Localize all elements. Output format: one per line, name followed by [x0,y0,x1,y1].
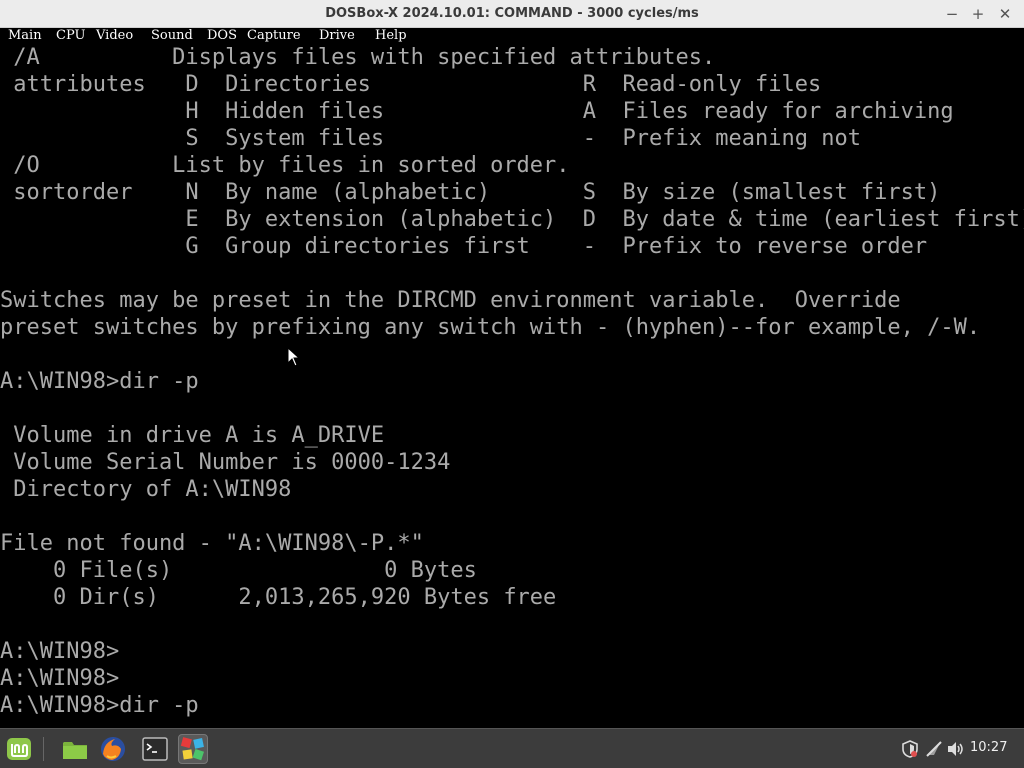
screen-line: preset switches by prefixing any switch … [0,315,981,340]
close-button[interactable]: ✕ [995,4,1015,24]
screen-line: Volume Serial Number is 0000-1234 [0,450,451,475]
screen-line: A:\WIN98> [0,639,120,664]
screen-line: Switches may be preset in the DIRCMD env… [0,288,901,313]
screen-line: S System files - Prefix meaning not [0,126,861,151]
menu-drive[interactable]: Drive [319,28,355,43]
files-folder-icon[interactable] [60,734,90,764]
screen-line: /O List by files in sorted order. [0,153,570,178]
dos-screen[interactable]: /A Displays files with specified attribu… [0,44,1024,728]
screen-line: H Hidden files A Files ready for archivi… [0,99,954,124]
taskbar: 10:27 [0,728,1024,768]
menu-sound[interactable]: Sound [151,28,193,43]
screen-line: A:\WIN98>dir -p [0,369,199,394]
taskbar-separator [43,737,44,761]
menu-cpu[interactable]: CPU [56,28,85,43]
screen-line: /A Displays files with specified attribu… [0,45,716,70]
shield-icon[interactable] [900,739,920,759]
menu-capture[interactable]: Capture [247,28,301,43]
volume-icon[interactable] [946,739,966,759]
menu-main[interactable]: Main [8,28,42,43]
screen-line: 0 Dir(s) 2,013,265,920 Bytes free [0,585,557,610]
maximize-button[interactable]: + [968,4,988,24]
firefox-icon[interactable] [98,734,128,764]
screen-line: G Group directories first - Prefix to re… [0,234,928,259]
terminal-icon[interactable] [140,734,170,764]
screen-line: sortorder N By name (alphabetic) S By si… [0,180,941,205]
screen-line: A:\WIN98> [0,666,120,691]
menu-help[interactable]: Help [375,28,407,43]
mouse-cursor-icon [287,347,301,367]
screen-line: A:\WIN98>dir -p [0,693,199,718]
screen-line: File not found - "A:\WIN98\-P.*" [0,531,424,556]
minimize-button[interactable]: − [942,4,962,24]
window-title: DOSBox-X 2024.10.01: COMMAND - 3000 cycl… [325,6,699,21]
clock[interactable]: 10:27 [970,740,1007,755]
screen-line: Volume in drive A is A_DRIVE [0,423,385,448]
mint-menu-icon[interactable] [4,734,34,764]
menu-bar: Main CPU Video Sound DOS Capture Drive H… [0,28,1024,44]
dosbox-icon[interactable] [178,734,208,764]
network-icon[interactable] [924,739,944,759]
screen-line: E By extension (alphabetic) D By date & … [0,207,1024,232]
menu-dos[interactable]: DOS [207,28,237,43]
menu-video[interactable]: Video [96,28,133,43]
screen-line: Directory of A:\WIN98 [0,477,292,502]
screen-line: 0 File(s) 0 Bytes [0,558,477,583]
screen-line: attributes D Directories R Read-only fil… [0,72,822,97]
window-titlebar[interactable]: DOSBox-X 2024.10.01: COMMAND - 3000 cycl… [0,0,1024,28]
